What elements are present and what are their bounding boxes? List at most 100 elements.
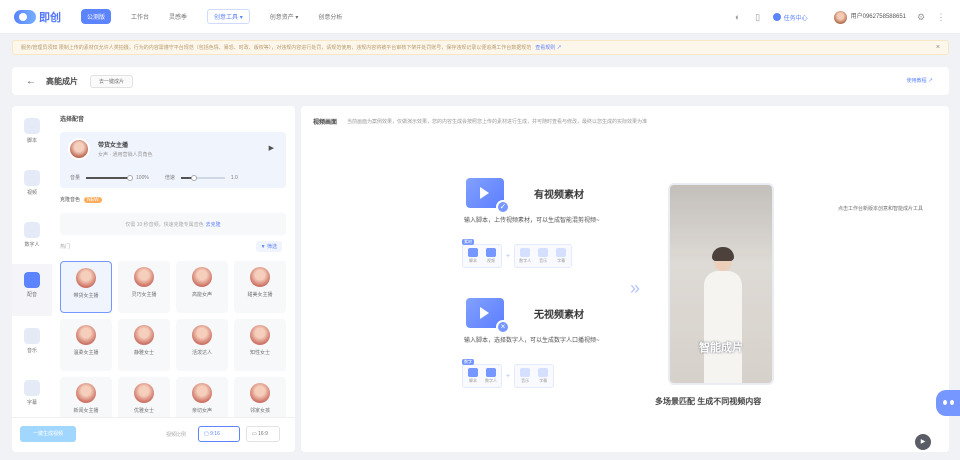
voice-card[interactable]: 甜美女主播 xyxy=(234,261,286,313)
voice-card[interactable]: 知性女士 xyxy=(234,319,286,371)
sidebar-item-script[interactable]: 脚本 xyxy=(12,118,52,144)
nav-creative-analysis[interactable]: 创意分析 xyxy=(318,9,342,24)
task-icon xyxy=(772,13,781,21)
play-icon[interactable]: ▶ xyxy=(269,144,274,152)
flow-group: 音乐 字幕 xyxy=(514,364,555,388)
voice-card[interactable]: 活泼达人 xyxy=(176,319,228,371)
flow-tag: 素材 xyxy=(462,239,474,245)
generate-bar: 一键生成视频 视频比例 ▢ 9:16 ▭ 16:9 xyxy=(12,417,295,452)
option-without-footage[interactable]: × 无视频素材 输入脚本，选择数字人，可以生成数字人口播视频~ 数字 脚本 数字… xyxy=(462,298,610,404)
nav-public-beta[interactable]: 公测版 xyxy=(81,9,112,24)
flow-subtitle: 字幕 xyxy=(554,248,568,264)
voice-avatar xyxy=(250,383,270,403)
sidebar-item-subtitle[interactable]: 字幕 xyxy=(12,380,52,406)
voice-card[interactable]: 温柔女主播 xyxy=(60,319,112,371)
logo-icon xyxy=(14,9,36,24)
sidebar-item-label: 字幕 xyxy=(26,400,37,406)
close-icon[interactable]: × xyxy=(936,44,940,51)
double-chevron-icon: » xyxy=(630,278,641,298)
digital-human-icon xyxy=(486,368,496,377)
robot-eye xyxy=(943,400,947,405)
voice-card[interactable]: 灵巧女主播 xyxy=(118,261,170,313)
sidebar-item-video[interactable]: 视频 xyxy=(12,170,52,196)
option-with-footage[interactable]: ✓ 有视频素材 输入脚本，上传视频素材，可以生成智能混剪视频~ 素材 脚本 视频… xyxy=(462,178,610,284)
nav-creative-assets[interactable]: 创意资产 ▾ xyxy=(270,9,299,24)
voice-avatar xyxy=(250,267,270,287)
option-title: 有视频素材 xyxy=(534,190,584,201)
task-center-button[interactable]: 任务中心 xyxy=(772,13,808,22)
flow-label: 字幕 xyxy=(557,258,566,263)
hot-label: 热门 xyxy=(60,244,71,250)
subtitle-icon xyxy=(24,380,40,396)
script-icon xyxy=(24,118,40,134)
option-flow: 素材 脚本 视频 + 数字人 音乐 字幕 xyxy=(462,239,573,268)
ratio-9-16-button[interactable]: ▢ 9:16 xyxy=(198,426,240,442)
notice-text: 服务/管理员须知 限制上传的素材仅允许人类拍摄，行为的内容需遵守平台规范（包括色… xyxy=(21,45,532,51)
voice-card-name: 带货女主播 xyxy=(73,293,99,299)
voice-avatar xyxy=(76,383,96,403)
voice-card-name: 灵巧女主播 xyxy=(131,292,157,298)
notice-link[interactable]: 查看规则 ↗ xyxy=(535,44,561,51)
one-click-tab[interactable]: 去一键成片 xyxy=(90,74,134,88)
volume-fill xyxy=(86,176,131,179)
app-logo[interactable]: 即创 xyxy=(14,9,61,25)
flow-group: 素材 脚本 视频 xyxy=(462,239,502,268)
notice-banner: 服务/管理员须知 限制上传的素材仅允许人类拍摄，行为的内容需遵守平台规范（包括色… xyxy=(12,40,949,55)
voice-sliders: 音量 100% 倍速 1.0 xyxy=(70,174,238,181)
selected-voice-card[interactable]: 带货女主播 女声 · 通用营销人员角色 ▶ 音量 100% 倍速 1.0 xyxy=(60,132,286,188)
volume-value: 100% xyxy=(136,174,149,181)
video-folder-icon: ✓ xyxy=(466,178,510,214)
ratio-16-9-button[interactable]: ▭ 16:9 xyxy=(246,426,280,442)
voice-clone-link[interactable]: 去克隆 xyxy=(206,221,221,228)
flow-label: 脚本 xyxy=(469,378,477,383)
filter-button[interactable]: ▼ 筛选 xyxy=(255,241,282,252)
sidebar-item-music[interactable]: 音乐 xyxy=(12,328,52,354)
flow-label: 视频 xyxy=(487,258,495,263)
back-arrow-icon[interactable]: ← xyxy=(26,76,36,87)
sidebar-item-avatar[interactable]: 数字人 xyxy=(12,222,52,248)
video-preview-area: 视频画面 当前画面为案例效果，仅做演示效果，您的内容生成会按照您上传的素材进行生… xyxy=(301,106,949,452)
notification-icon[interactable]: ▯ xyxy=(753,12,763,22)
nav-workbench[interactable]: 工作台 xyxy=(131,9,149,24)
robot-eye xyxy=(950,400,954,405)
sidebar-item-label: 音乐 xyxy=(26,348,37,354)
voiceover-icon xyxy=(24,272,40,288)
voice-card-name: 高能女声 xyxy=(191,292,212,298)
video-icon xyxy=(486,248,496,257)
voice-filter-row: 热门 ▼ 筛选 xyxy=(60,241,286,253)
speed-value: 1.0 xyxy=(230,174,238,181)
volume-slider[interactable] xyxy=(86,174,134,181)
settings-icon[interactable]: ⚙ xyxy=(916,12,926,22)
voice-card[interactable]: 带货女主播 xyxy=(60,261,112,313)
flow-script: 脚本 xyxy=(466,368,480,384)
speed-slider[interactable] xyxy=(180,174,225,181)
voice-card[interactable]: 高能女声 xyxy=(176,261,228,313)
user-menu[interactable]: 用户0962758588651 xyxy=(833,10,906,24)
speed-label: 倍速 xyxy=(164,175,175,181)
assistant-robot-icon[interactable] xyxy=(936,390,960,416)
theme-icon[interactable]: ◐ xyxy=(733,12,743,22)
presenter-hair xyxy=(712,247,734,261)
user-name: 用户0962758588651 xyxy=(850,14,906,20)
tutorial-link[interactable]: 使用教程 ↗ xyxy=(907,77,933,84)
music-icon xyxy=(24,328,40,344)
play-icon[interactable]: ▶ xyxy=(915,434,931,450)
volume-knob[interactable] xyxy=(127,174,134,181)
voice-avatar xyxy=(192,325,212,345)
nav-creative-tools[interactable]: 创意工具 ▾ xyxy=(207,9,250,24)
sidebar-item-voiceover[interactable]: 配音 xyxy=(12,264,52,316)
flow-tag: 数字 xyxy=(462,359,474,365)
ratio-label: 视频比例 xyxy=(166,432,187,438)
task-center-label: 任务中心 xyxy=(783,15,808,22)
voice-card-name: 邻家女孩 xyxy=(249,408,270,414)
voice-card[interactable]: 静雅女士 xyxy=(118,319,170,371)
video-folder-icon: × xyxy=(466,298,510,334)
flow-group: 数字人 音乐 字幕 xyxy=(514,244,573,268)
speed-knob[interactable] xyxy=(191,174,198,181)
generate-button[interactable]: 一键生成视频 xyxy=(20,426,76,442)
voice-card-name: 温柔女主播 xyxy=(73,350,99,356)
flow-subtitle: 字幕 xyxy=(536,368,550,384)
flow-label: 数字人 xyxy=(485,378,497,383)
nav-inspiration[interactable]: 灵感季 xyxy=(169,9,187,24)
menu-icon[interactable]: ⋮ xyxy=(936,12,946,22)
